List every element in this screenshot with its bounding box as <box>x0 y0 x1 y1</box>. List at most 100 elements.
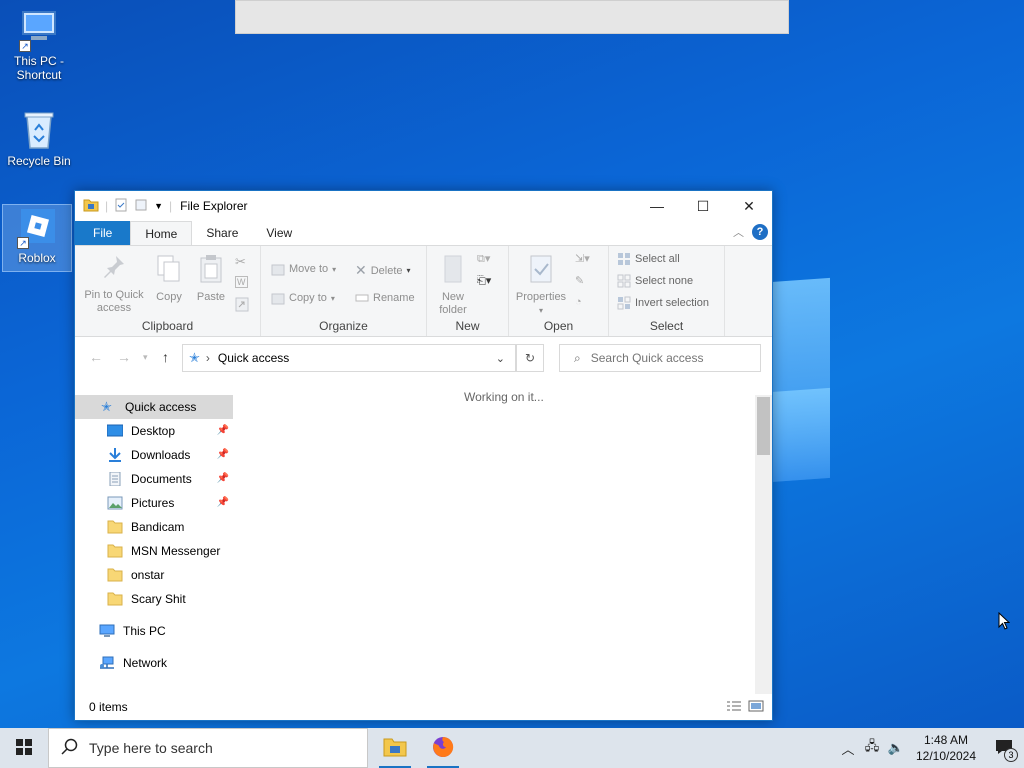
nav-item-bandicam[interactable]: Bandicam <box>75 515 233 539</box>
paste-button[interactable]: Paste <box>193 254 229 304</box>
select-all-button[interactable]: Select all <box>617 252 680 266</box>
collapse-ribbon-icon[interactable]: ︿ <box>733 224 744 240</box>
ribbon-group-open: Properties ▾ ⇲▾ ✎ ◔ Open <box>509 246 609 336</box>
paste-shortcut-button[interactable] <box>235 296 249 315</box>
copy-to-button[interactable]: Copy to ▾ <box>271 291 335 305</box>
pin-to-quick-access-button[interactable]: Pin to Quick access <box>81 254 147 315</box>
nav-item-downloads[interactable]: Downloads 📌 <box>75 443 233 467</box>
delete-label: Delete <box>370 264 403 277</box>
desktop-icon-roblox[interactable]: ↗ Roblox <box>2 204 72 272</box>
qat-divider: | <box>169 199 173 213</box>
help-icon[interactable]: ? <box>752 224 768 240</box>
tab-home[interactable]: Home <box>130 221 193 245</box>
rename-icon <box>355 291 369 305</box>
nav-item-scary-shit[interactable]: Scary Shit <box>75 587 233 611</box>
copy-button[interactable]: Copy <box>153 254 185 304</box>
nav-item-documents[interactable]: Documents 📌 <box>75 467 233 491</box>
ribbon-group-label: Open <box>543 319 574 333</box>
properties-button[interactable]: Properties ▾ <box>513 254 569 317</box>
address-bar[interactable]: ✭ › Quick access ⌄ <box>182 344 516 372</box>
up-arrow-icon[interactable]: ↑ <box>162 349 169 365</box>
delete-button[interactable]: ✕ Delete ▾ <box>355 262 411 279</box>
top-window-strip <box>235 0 789 34</box>
select-none-label: Select none <box>635 275 694 287</box>
ribbon-right-controls: ︿ ? <box>733 224 768 240</box>
volume-icon[interactable]: 🔈 <box>884 740 908 756</box>
pin-icon[interactable]: 📌 <box>217 473 229 484</box>
new-folder-button[interactable]: New folder <box>433 254 473 317</box>
nav-item-network[interactable]: Network <box>75 651 233 675</box>
nav-item-msn-messenger[interactable]: MSN Messenger <box>75 539 233 563</box>
show-hidden-icons-chevron-icon[interactable]: ︿ <box>836 739 860 758</box>
breadcrumb[interactable]: Quick access <box>218 351 289 365</box>
edit-button[interactable]: ✎ <box>575 274 584 287</box>
taskbar-firefox[interactable] <box>419 728 467 768</box>
history-button[interactable]: ◔ <box>575 296 582 308</box>
new-folder-qat-icon[interactable] <box>134 198 148 215</box>
properties-qat-icon[interactable] <box>114 198 128 215</box>
new-item-button[interactable]: ⧉▾ <box>477 252 490 266</box>
windows-logo-icon <box>16 738 32 758</box>
copy-path-button[interactable]: W <box>235 276 248 288</box>
easy-access-button[interactable]: ⎗▾ <box>477 274 491 288</box>
folder-icon <box>107 544 123 558</box>
delete-x-icon: ✕ <box>355 262 367 278</box>
details-view-icon[interactable] <box>726 700 742 715</box>
forward-arrow-icon[interactable]: → <box>117 349 131 365</box>
window-title: File Explorer <box>180 199 248 213</box>
ribbon-group-organize: Move to ▾ Copy to ▾ ✕ Delete ▾ Rename Or… <box>261 246 427 336</box>
taskbar-file-explorer[interactable] <box>371 728 419 768</box>
title-bar[interactable]: | ▼ | File Explorer — ☐ ✕ <box>75 191 772 221</box>
nav-item-this-pc[interactable]: This PC <box>75 619 233 643</box>
action-center-button[interactable]: 3 <box>984 728 1024 768</box>
clock[interactable]: 1:48 AM 12/10/2024 <box>908 732 984 764</box>
open-button[interactable]: ⇲▾ <box>575 252 590 265</box>
nav-label: Network <box>123 656 168 670</box>
maximize-button[interactable]: ☐ <box>680 191 726 221</box>
invert-selection-label: Invert selection <box>635 297 709 309</box>
folder-icon <box>107 568 123 582</box>
scrollbar-thumb[interactable] <box>757 397 770 455</box>
select-none-button[interactable]: Select none <box>617 274 693 288</box>
nav-label: Bandicam <box>131 520 185 534</box>
wallpaper-light-beam-lower <box>770 387 830 483</box>
search-input[interactable] <box>590 351 741 365</box>
taskbar: ︿ 🖧 🔈 1:48 AM 12/10/2024 3 <box>0 728 1024 768</box>
pin-icon[interactable]: 📌 <box>217 497 229 508</box>
mouse-cursor <box>998 611 1011 633</box>
cut-button[interactable]: ✂ <box>235 254 246 270</box>
recent-locations-chevron-icon[interactable]: ▾ <box>143 352 148 363</box>
back-arrow-icon[interactable]: ← <box>89 349 103 365</box>
tab-file[interactable]: File <box>75 221 131 245</box>
rename-button[interactable]: Rename <box>355 291 415 305</box>
nav-item-desktop[interactable]: Desktop 📌 <box>75 419 233 443</box>
properties-label: Properties <box>515 291 567 303</box>
search-box[interactable]: ⌕ <box>559 344 761 372</box>
close-button[interactable]: ✕ <box>726 191 772 221</box>
refresh-button[interactable]: ↻ <box>516 344 544 372</box>
quick-access-star-icon: ✭ <box>189 350 200 365</box>
desktop-icon-recycle-bin[interactable]: Recycle Bin <box>4 108 74 168</box>
tab-view[interactable]: View <box>252 221 306 245</box>
vertical-scrollbar[interactable] <box>755 395 772 694</box>
nav-item-quick-access[interactable]: ✭ Quick access <box>75 395 233 419</box>
minimize-button[interactable]: — <box>634 191 680 221</box>
chevron-down-icon[interactable]: ▼ <box>154 201 163 211</box>
network-tray-icon[interactable]: 🖧 <box>860 737 884 759</box>
taskbar-search-input[interactable] <box>89 740 349 756</box>
move-to-button[interactable]: Move to ▾ <box>271 262 336 276</box>
taskbar-search[interactable] <box>48 728 368 768</box>
address-dropdown-icon[interactable]: ⌄ <box>496 352 505 365</box>
pin-icon[interactable]: 📌 <box>217 425 229 436</box>
roblox-icon: ↗ <box>15 205 59 249</box>
invert-selection-button[interactable]: Invert selection <box>617 296 709 310</box>
nav-item-onstar[interactable]: onstar <box>75 563 233 587</box>
pin-icon[interactable]: 📌 <box>217 449 229 460</box>
start-button[interactable] <box>0 728 48 768</box>
copy-to-icon <box>271 291 285 305</box>
tab-share[interactable]: Share <box>192 221 252 245</box>
nav-item-pictures[interactable]: Pictures 📌 <box>75 491 233 515</box>
desktop-icon-this-pc[interactable]: ↗ This PC - Shortcut <box>4 8 74 82</box>
quick-access-toolbar: | ▼ | <box>75 198 172 215</box>
large-icons-view-icon[interactable] <box>748 700 764 715</box>
